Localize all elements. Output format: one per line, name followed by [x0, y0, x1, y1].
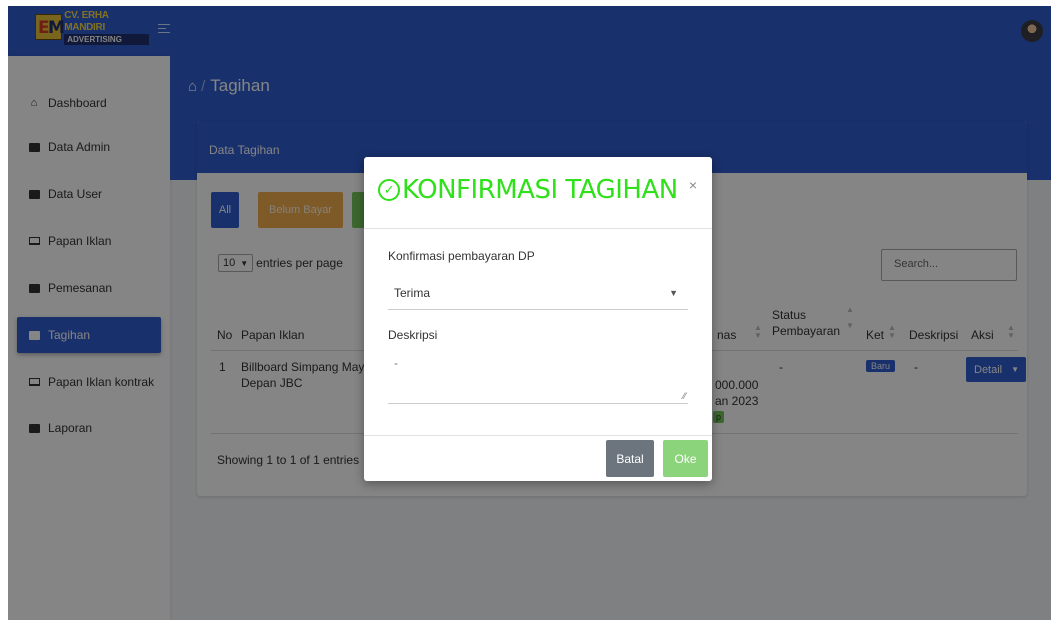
- konfirmasi-label: Konfirmasi pembayaran DP: [388, 249, 535, 263]
- modal-footer-divider: [364, 435, 712, 436]
- ok-button[interactable]: Oke: [663, 440, 708, 477]
- resize-grip-icon[interactable]: ⁄⁄: [683, 391, 686, 401]
- deskripsi-label: Deskripsi: [388, 328, 438, 342]
- konfirmasi-tagihan-modal: ✓ KONFIRMASI TAGIHAN × Konfirmasi pembay…: [364, 157, 712, 481]
- modal-title: ✓ KONFIRMASI TAGIHAN: [378, 175, 678, 205]
- chevron-down-icon: ▼: [669, 288, 678, 298]
- check-circle-icon: ✓: [378, 179, 400, 201]
- konfirmasi-select[interactable]: Terima ▼: [388, 278, 688, 310]
- deskripsi-textarea[interactable]: - ⁄⁄: [388, 352, 688, 404]
- cancel-button[interactable]: Batal: [606, 440, 654, 477]
- deskripsi-value: -: [394, 356, 398, 370]
- modal-header-divider: [364, 228, 712, 229]
- konfirmasi-select-value: Terima: [394, 286, 431, 300]
- modal-title-text: KONFIRMASI TAGIHAN: [402, 175, 678, 205]
- close-icon[interactable]: ×: [689, 177, 697, 193]
